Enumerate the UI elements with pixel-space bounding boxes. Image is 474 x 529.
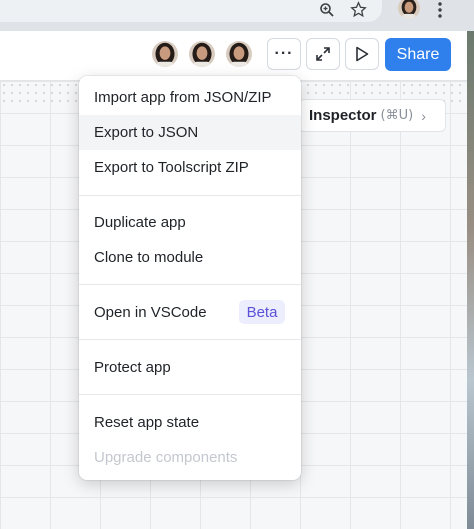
expand-icon [316, 47, 330, 61]
more-vert-icon[interactable] [437, 0, 443, 24]
expand-button[interactable] [306, 38, 340, 70]
app-actions-menu: Import app from JSON/ZIP Export to JSON … [79, 76, 301, 480]
menu-item-clone-to-module[interactable]: Clone to module [79, 240, 301, 275]
inspector-label: Inspector [309, 107, 377, 124]
play-icon [356, 46, 369, 62]
inspector-toggle[interactable]: Inspector (⌘U) › [298, 99, 446, 132]
menu-item-upgrade-components: Upgrade components [94, 449, 238, 466]
zoom-icon[interactable] [319, 0, 335, 23]
menu-item-export-toolscript-zip[interactable]: Export to Toolscript ZIP [79, 150, 301, 185]
menu-item-export-json[interactable]: Export to JSON [79, 115, 301, 150]
more-horizontal-icon: ··· [274, 45, 294, 62]
preview-button[interactable] [345, 38, 379, 70]
chevron-right-icon: › [421, 107, 426, 124]
share-button[interactable]: Share [385, 38, 451, 71]
star-icon[interactable] [350, 0, 367, 23]
avatar-user-1[interactable] [150, 39, 180, 69]
menu-divider [79, 195, 301, 196]
background-window-edge [467, 31, 474, 529]
inspector-shortcut: (⌘U) [380, 108, 414, 123]
more-options-button[interactable]: ··· [267, 38, 301, 70]
menu-divider [79, 339, 301, 340]
profile-avatar[interactable] [398, 0, 420, 19]
avatar-user-2[interactable] [187, 39, 217, 69]
menu-divider [79, 284, 301, 285]
beta-badge: Beta [239, 300, 285, 324]
menu-item-reset-app-state[interactable]: Reset app state [79, 405, 301, 440]
menu-item-protect-app[interactable]: Protect app [79, 350, 301, 385]
menu-item-duplicate-app[interactable]: Duplicate app [79, 205, 301, 240]
browser-toolbar [0, 0, 474, 31]
menu-divider [79, 394, 301, 395]
menu-item-import-app[interactable]: Import app from JSON/ZIP [79, 80, 301, 115]
avatar-user-3[interactable] [224, 39, 254, 69]
